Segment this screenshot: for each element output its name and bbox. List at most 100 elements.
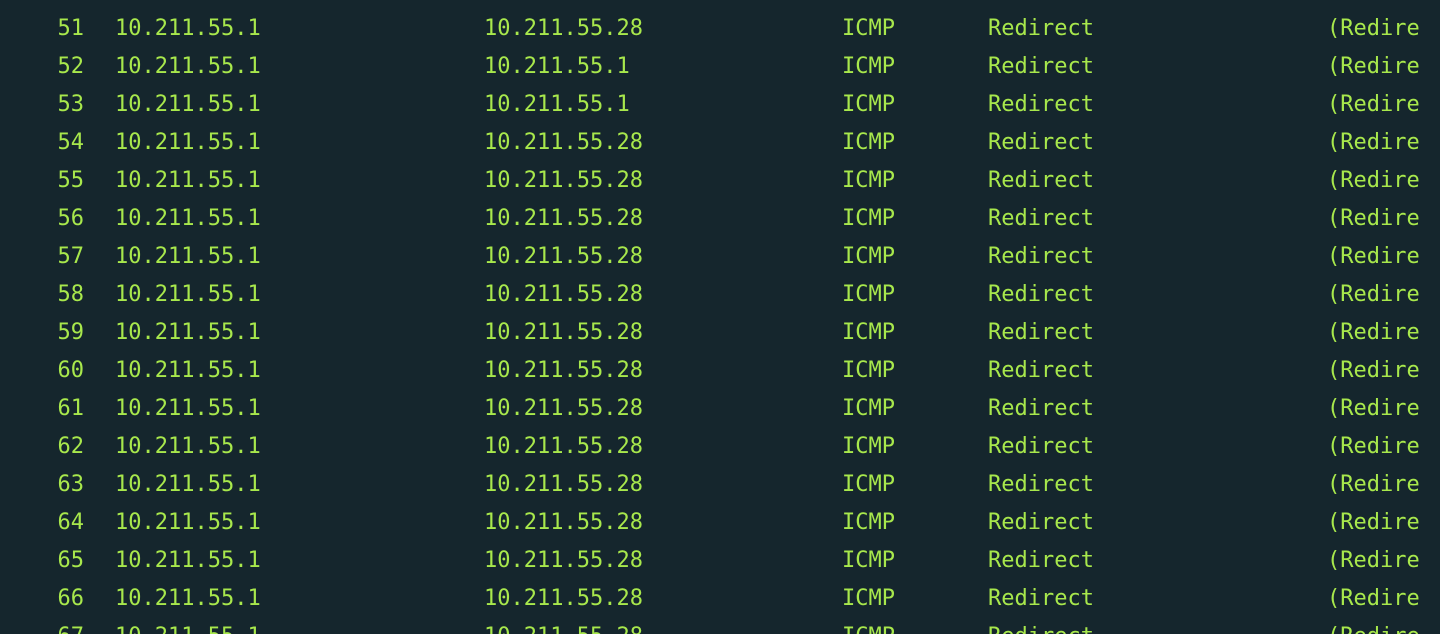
packet-source: 10.211.55.1 (115, 168, 261, 193)
packet-protocol: ICMP (842, 586, 895, 611)
packet-destination: 10.211.55.28 (484, 396, 643, 421)
packet-protocol: ICMP (842, 130, 895, 155)
packet-destination: 10.211.55.28 (484, 320, 643, 345)
packet-info: Redirect (988, 168, 1094, 193)
packet-detail: (Redire (1327, 168, 1420, 193)
packet-info: Redirect (988, 54, 1094, 79)
table-row[interactable]: 59 10.211.55.1 10.211.55.28 ICMP Redirect (Re… (0, 314, 1440, 352)
packet-protocol: ICMP (842, 168, 895, 193)
packet-source: 10.211.55.1 (115, 586, 261, 611)
packet-source: 10.211.55.1 (115, 92, 261, 117)
packet-source: 10.211.55.1 (115, 54, 261, 79)
table-row[interactable]: 52 10.211.55.1 10.211.55.1 ICMP Redirect (Red… (0, 48, 1440, 86)
packet-info: Redirect (988, 472, 1094, 497)
packet-info: Redirect (988, 396, 1094, 421)
packet-protocol: ICMP (842, 282, 895, 307)
table-row[interactable]: 62 10.211.55.1 10.211.55.28 ICMP Redirect (Re… (0, 428, 1440, 466)
packet-source: 10.211.55.1 (115, 358, 261, 383)
packet-detail: (Redire (1327, 282, 1420, 307)
packet-protocol: ICMP (842, 54, 895, 79)
table-row[interactable]: 61 10.211.55.1 10.211.55.28 ICMP Redirect (Re… (0, 390, 1440, 428)
table-row[interactable]: 51 10.211.55.1 10.211.55.28 ICMP Redirect (Re… (0, 10, 1440, 48)
packet-info: Redirect (988, 358, 1094, 383)
packet-number: 55 (57, 168, 85, 193)
packet-number: 67 (0, 618, 85, 634)
packet-info: Redirect (988, 282, 1094, 307)
packet-detail: (Redire (1327, 206, 1420, 231)
packet-destination: 10.211.55.28 (484, 16, 643, 41)
packet-protocol: ICMP (842, 92, 895, 117)
table-row[interactable]: 55 10.211.55.1 10.211.55.28 ICMP Redirect (Re… (0, 162, 1440, 200)
packet-number: 62 (57, 434, 85, 459)
packet-number: 65 (57, 548, 85, 573)
packet-info: Redirect (988, 244, 1094, 269)
packet-info: Redirect (988, 320, 1094, 345)
packet-source: 10.211.55.1 (115, 130, 261, 155)
packet-destination: 10.211.55.28 (484, 586, 643, 611)
packet-destination: 10.211.55.28 (484, 206, 643, 231)
packet-number: 58 (57, 282, 85, 307)
packet-protocol: ICMP (842, 396, 895, 421)
packet-destination: 10.211.55.28 (484, 168, 643, 193)
packet-source: 10.211.55.1 (115, 282, 261, 307)
packet-number: 54 (57, 130, 85, 155)
packet-detail: (Redire (1327, 548, 1420, 573)
packet-protocol: ICMP (842, 510, 895, 535)
packet-number: 60 (57, 358, 85, 383)
packet-info: Redirect (988, 16, 1094, 41)
table-row[interactable]: 56 10.211.55.1 10.211.55.28 ICMP Redirect (Re… (0, 200, 1440, 238)
packet-detail: (Redire (1327, 618, 1420, 634)
packet-destination: 10.211.55.28 (484, 282, 643, 307)
packet-destination: 10.211.55.28 (484, 618, 643, 634)
packet-detail: (Redire (1327, 358, 1420, 383)
packet-destination: 10.211.55.28 (484, 472, 643, 497)
packet-number: 51 (57, 16, 85, 41)
packet-destination: 10.211.55.28 (484, 434, 643, 459)
packet-capture-list[interactable]: 51 10.211.55.1 10.211.55.28 ICMP Redirect (Re… (0, 10, 1440, 634)
table-row[interactable]: 65 10.211.55.1 10.211.55.28 ICMP Redirect (Re… (0, 542, 1440, 580)
packet-destination: 10.211.55.1 (484, 54, 630, 79)
table-row[interactable]: 67 10.211.55.1 10.211.55.28 ICMP Redirect (Re… (0, 618, 1440, 634)
table-row[interactable]: 64 10.211.55.1 10.211.55.28 ICMP Redirect (Re… (0, 504, 1440, 542)
packet-detail: (Redire (1327, 472, 1420, 497)
packet-destination: 10.211.55.28 (484, 130, 643, 155)
table-row[interactable]: 53 10.211.55.1 10.211.55.1 ICMP Redirect (Red… (0, 86, 1440, 124)
packet-source: 10.211.55.1 (115, 320, 261, 345)
table-row[interactable]: 66 10.211.55.1 10.211.55.28 ICMP Redirect (Re… (0, 580, 1440, 618)
table-row[interactable]: 63 10.211.55.1 10.211.55.28 ICMP Redirect (Re… (0, 466, 1440, 504)
packet-info: Redirect (988, 548, 1094, 573)
table-row[interactable]: 54 10.211.55.1 10.211.55.28 ICMP Redirect (Re… (0, 124, 1440, 162)
packet-protocol: ICMP (842, 472, 895, 497)
packet-protocol: ICMP (842, 320, 895, 345)
table-row[interactable]: 57 10.211.55.1 10.211.55.28 ICMP Redirect (Re… (0, 238, 1440, 276)
packet-protocol: ICMP (842, 358, 895, 383)
packet-source: 10.211.55.1 (115, 244, 261, 269)
packet-protocol: ICMP (842, 16, 895, 41)
packet-number: 59 (57, 320, 85, 345)
packet-source: 10.211.55.1 (115, 548, 261, 573)
packet-info: Redirect (988, 510, 1094, 535)
packet-info: Redirect (988, 586, 1094, 611)
packet-detail: (Redire (1327, 92, 1420, 117)
packet-destination: 10.211.55.28 (484, 510, 643, 535)
packet-detail: (Redire (1327, 244, 1420, 269)
terminal-window[interactable]: 51 10.211.55.1 10.211.55.28 ICMP Redirect (Re… (0, 0, 1440, 634)
table-row[interactable]: 58 10.211.55.1 10.211.55.28 ICMP Redirect (Re… (0, 276, 1440, 314)
packet-source: 10.211.55.1 (115, 16, 261, 41)
packet-protocol: ICMP (842, 434, 895, 459)
packet-number: 52 (57, 54, 85, 79)
packet-protocol: ICMP (842, 244, 895, 269)
packet-detail: (Redire (1327, 320, 1420, 345)
packet-detail: (Redire (1327, 130, 1420, 155)
packet-source: 10.211.55.1 (115, 618, 261, 634)
table-row[interactable]: 60 10.211.55.1 10.211.55.28 ICMP Redirect (Re… (0, 352, 1440, 390)
packet-number: 64 (57, 510, 85, 535)
packet-detail: (Redire (1327, 54, 1420, 79)
packet-number: 53 (57, 92, 85, 117)
packet-source: 10.211.55.1 (115, 434, 261, 459)
packet-destination: 10.211.55.28 (484, 358, 643, 383)
packet-source: 10.211.55.1 (115, 396, 261, 421)
packet-source: 10.211.55.1 (115, 472, 261, 497)
packet-number: 66 (57, 586, 85, 611)
packet-destination: 10.211.55.28 (484, 244, 643, 269)
